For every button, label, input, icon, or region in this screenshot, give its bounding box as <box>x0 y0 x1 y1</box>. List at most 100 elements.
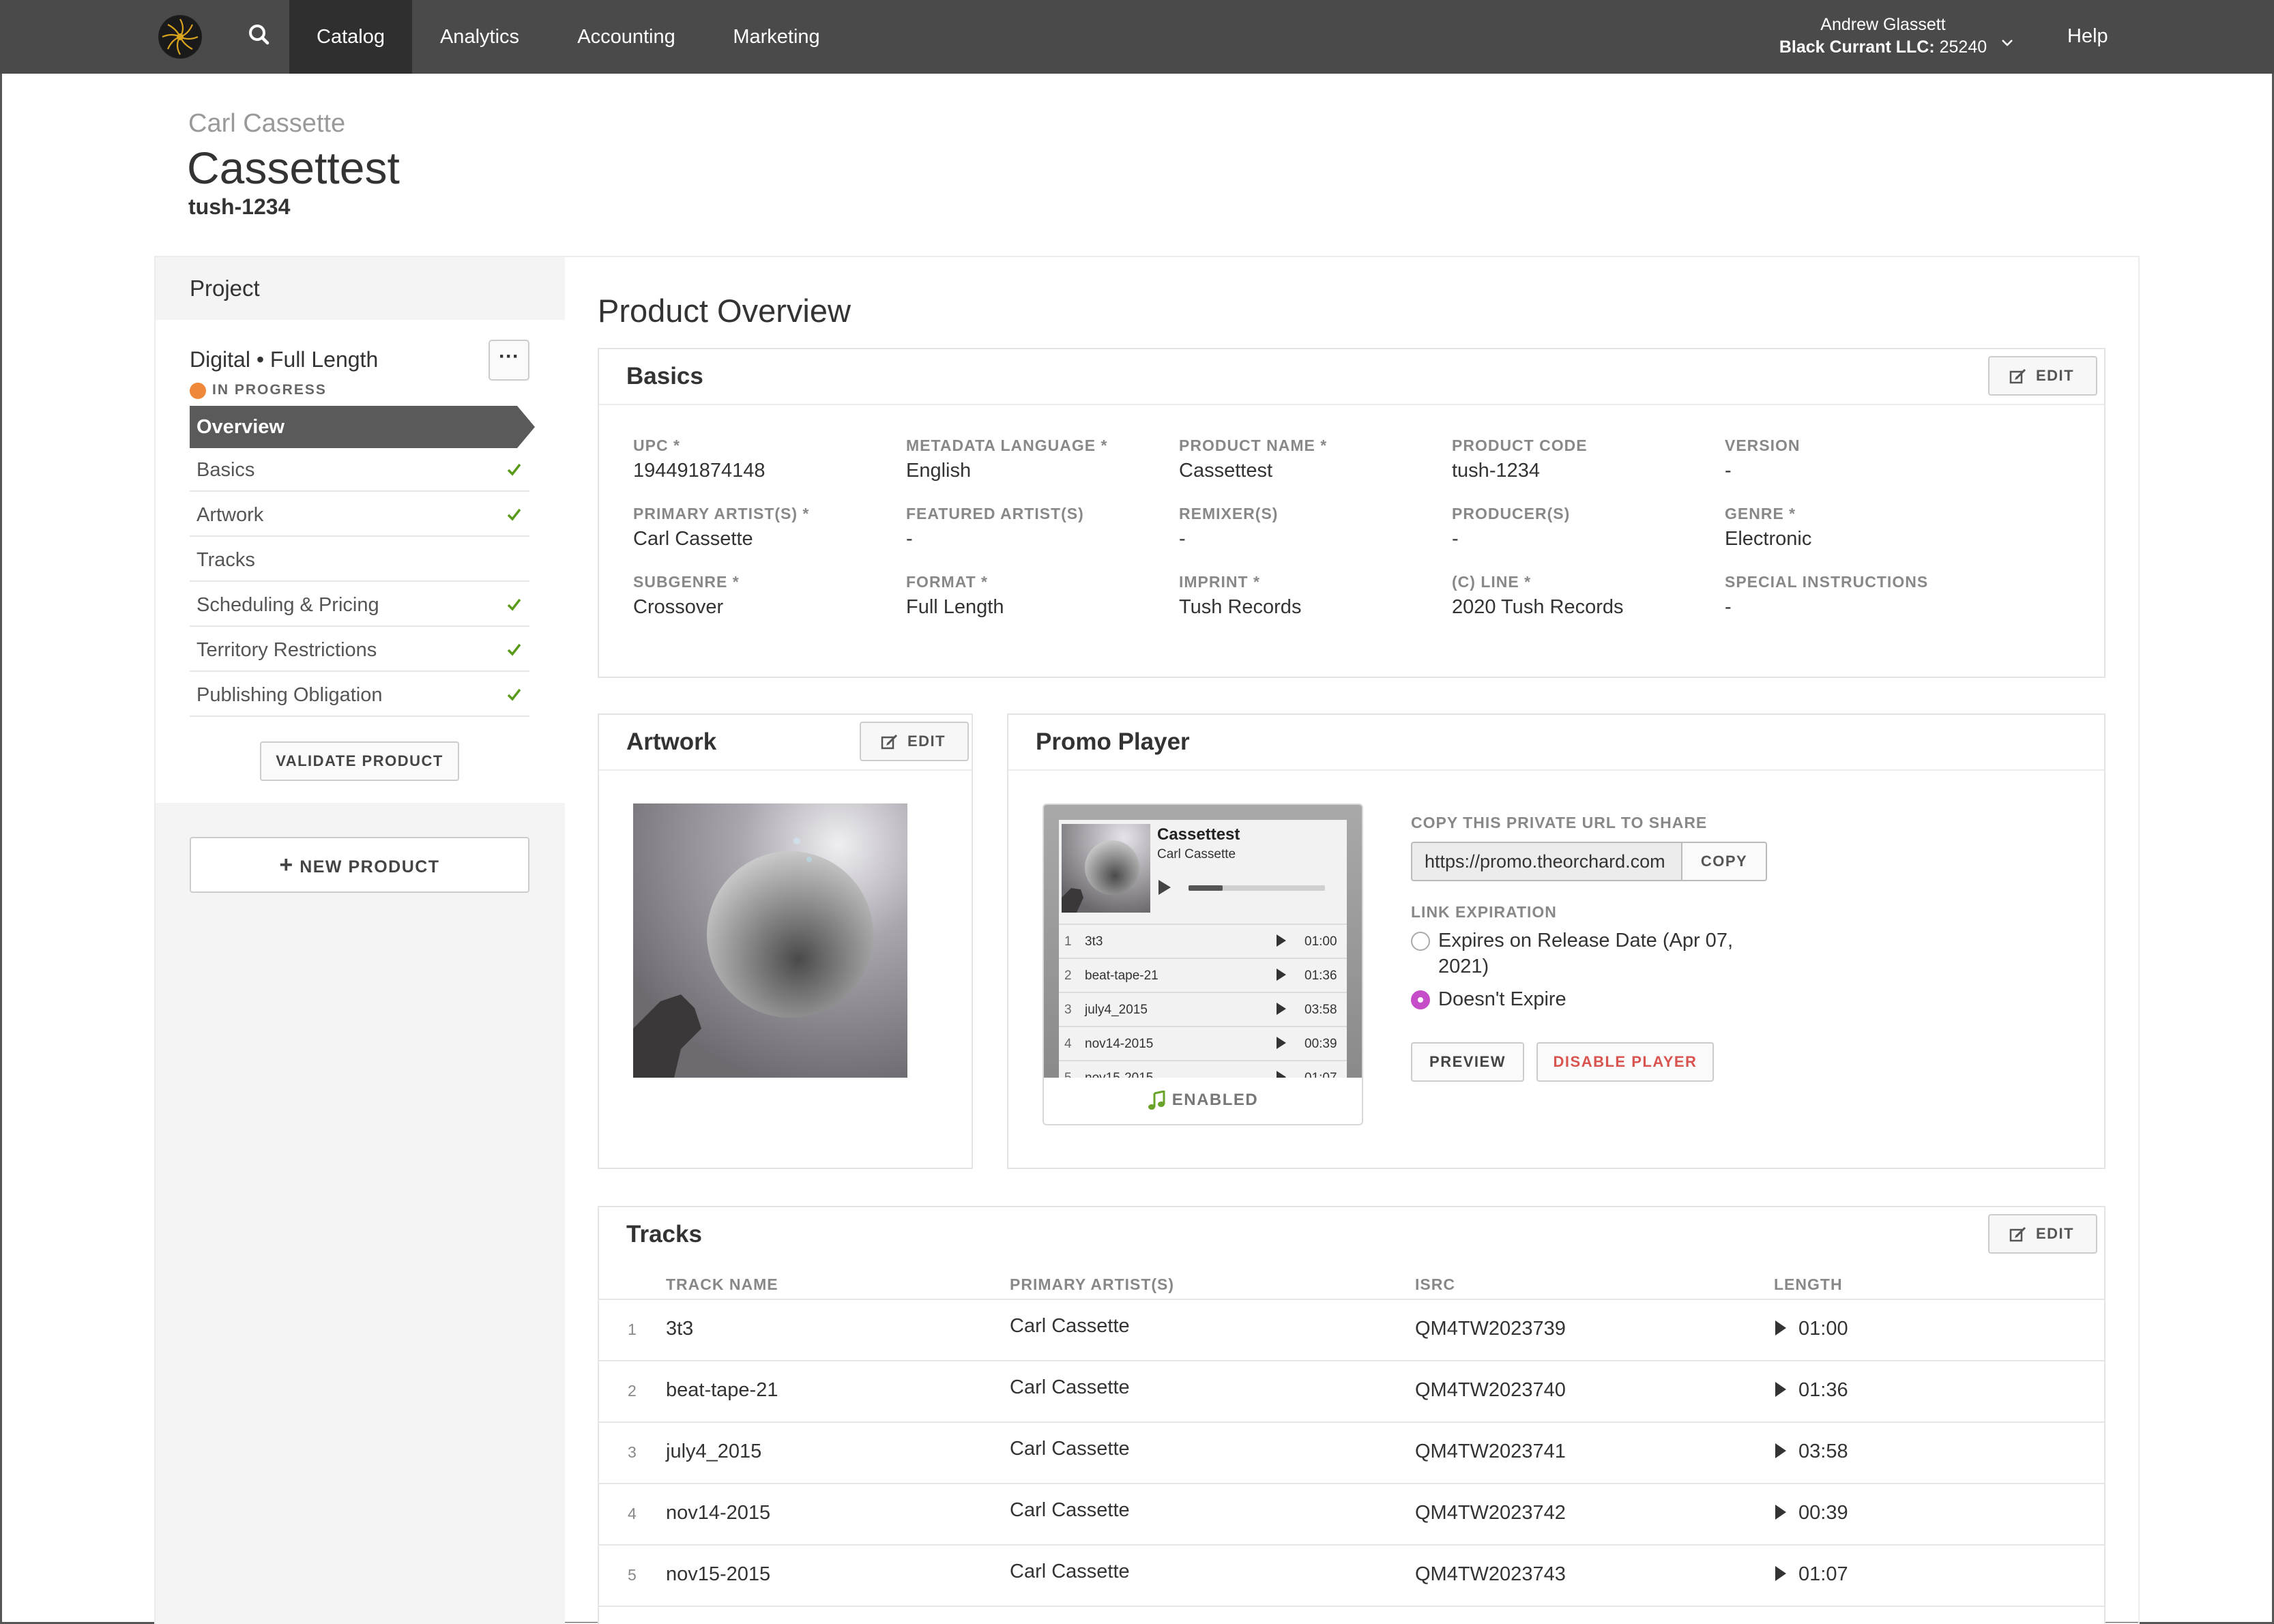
top-nav: Catalog Analytics Accounting Marketing A… <box>0 0 2274 74</box>
radio-doesnt-expire[interactable] <box>1411 990 1430 1009</box>
radio-expires-on-release[interactable] <box>1411 932 1430 951</box>
track-isrc: QM4TW2023742 <box>1415 1502 1566 1524</box>
sidebar-item-overview[interactable]: Overview <box>190 406 535 448</box>
player-track-row[interactable]: 2 beat-tape-21 01:36 <box>1059 958 1347 990</box>
field-label: SPECIAL INSTRUCTIONS <box>1725 573 1929 591</box>
player-frame: Cassettest Carl Cassette 1 3t3 01:00 2 beat-… <box>1044 805 1362 1078</box>
player-artist: Carl Cassette <box>1157 847 1236 861</box>
player-track-row[interactable]: 1 3t3 01:00 <box>1059 924 1347 956</box>
track-duration: 03:58 <box>1304 1003 1337 1017</box>
track-duration: 01:00 <box>1304 934 1337 949</box>
artwork-title: Artwork <box>626 728 717 755</box>
sidebar-item-artwork[interactable]: Artwork <box>190 493 529 537</box>
search-icon[interactable] <box>240 16 278 55</box>
table-row[interactable]: 3 july4_2015 Carl Cassette QM4TW2023741 03:5… <box>599 1423 2104 1484</box>
edit-tracks-button[interactable]: EDIT <box>1988 1214 2097 1254</box>
player-track-row[interactable]: 4 nov14-2015 00:39 <box>1059 1026 1347 1059</box>
track-name: beat-tape-21 <box>666 1379 778 1401</box>
play-icon[interactable] <box>1276 1070 1287 1078</box>
play-icon[interactable] <box>1774 1319 1788 1337</box>
play-icon[interactable] <box>1774 1381 1788 1398</box>
sidebar-item-territory-restrictions[interactable]: Territory Restrictions <box>190 628 529 672</box>
nav-tab-analytics[interactable]: Analytics <box>424 0 535 74</box>
play-icon[interactable] <box>1774 1565 1788 1582</box>
field-label: PRODUCT CODE <box>1452 437 1588 454</box>
column-header-primary-artist: PRIMARY ARTIST(S) <box>1010 1275 1175 1293</box>
field-label: METADATA LANGUAGE * <box>906 437 1108 454</box>
new-product-button[interactable]: + NEW PRODUCT <box>190 837 529 893</box>
track-length: 01:07 <box>1798 1563 1848 1585</box>
nav-tab-catalog[interactable]: Catalog <box>289 0 412 74</box>
track-name: nov14-2015 <box>666 1502 771 1524</box>
sidebar-item-tracks[interactable]: Tracks <box>190 538 529 582</box>
account-menu[interactable]: Andrew Glassett Black Currant LLC: 25240 <box>1774 14 1992 59</box>
disable-player-button[interactable]: DISABLE PLAYER <box>1536 1042 1714 1082</box>
nav-tab-accounting[interactable]: Accounting <box>558 0 695 74</box>
validate-product-button[interactable]: VALIDATE PRODUCT <box>260 741 459 781</box>
edit-basics-button[interactable]: EDIT <box>1988 356 2097 396</box>
sidebar-item-label: Basics <box>196 459 255 481</box>
preview-button[interactable]: PREVIEW <box>1411 1042 1524 1082</box>
status-dot-icon <box>190 383 206 399</box>
play-icon[interactable] <box>1774 1442 1788 1460</box>
chevron-down-icon[interactable] <box>1999 37 2015 49</box>
nav-tab-marketing[interactable]: Marketing <box>716 0 836 74</box>
org-label: Black Currant LLC: 25240 <box>1774 35 1992 59</box>
player-track-row[interactable]: 3 july4_2015 03:58 <box>1059 992 1347 1024</box>
track-name: nov15-2015 <box>1085 1071 1153 1078</box>
tracks-card: Tracks EDIT TRACK NAME PRIMARY ARTIST(S)… <box>598 1206 2105 1624</box>
table-row[interactable]: 1 3t3 Carl Cassette QM4TW2023739 01:00 <box>599 1300 2104 1361</box>
play-icon[interactable] <box>1157 879 1172 896</box>
track-name: july4_2015 <box>1085 1003 1148 1017</box>
link-expiration-label: LINK EXPIRATION <box>1411 903 1557 921</box>
table-row[interactable]: 2 beat-tape-21 Carl Cassette QM4TW2023740 01… <box>599 1361 2104 1423</box>
product-format: Digital • Full Length <box>190 347 379 372</box>
field-value: - <box>1725 596 1732 618</box>
table-row[interactable]: 4 nov14-2015 Carl Cassette QM4TW2023742 00:3… <box>599 1484 2104 1546</box>
edit-label: EDIT <box>907 733 946 750</box>
field-value: Crossover <box>633 596 724 618</box>
sidebar-item-scheduling-pricing[interactable]: Scheduling & Pricing <box>190 583 529 627</box>
field-label: IMPRINT * <box>1179 573 1260 591</box>
play-icon[interactable] <box>1276 968 1287 981</box>
project-card: Digital • Full Length IN PROGRESS ··· Ov… <box>156 320 565 803</box>
more-options-button[interactable]: ··· <box>489 340 529 381</box>
project-sidebar: Project Digital • Full Length IN PROGRES… <box>156 257 565 1624</box>
column-header-isrc: ISRC <box>1415 1275 1455 1293</box>
player-progress-bar[interactable] <box>1189 885 1325 891</box>
radio-expires-on-release-label[interactable]: Expires on Release Date (Apr 07, 2021) <box>1438 928 1752 979</box>
track-number: 3 <box>628 1443 637 1461</box>
play-icon[interactable] <box>1774 1503 1788 1521</box>
play-icon[interactable] <box>1276 934 1287 947</box>
promo-player-widget: Cassettest Carl Cassette 1 3t3 01:00 2 beat-… <box>1043 803 1363 1125</box>
track-name: nov14-2015 <box>1085 1037 1154 1051</box>
sidebar-item-publishing-obligation[interactable]: Publishing Obligation <box>190 673 529 717</box>
help-link[interactable]: Help <box>2067 0 2108 74</box>
table-row[interactable]: 5 nov15-2015 Carl Cassette QM4TW2023743 01:0… <box>599 1546 2104 1607</box>
checkmark-icon <box>507 598 521 611</box>
radio-doesnt-expire-label[interactable]: Doesn't Expire <box>1438 986 1566 1012</box>
track-length: 01:00 <box>1798 1318 1848 1340</box>
copy-url-button[interactable]: COPY <box>1681 842 1767 881</box>
column-header-length: LENGTH <box>1774 1275 1843 1293</box>
sidebar-item-basics[interactable]: Basics <box>190 448 529 492</box>
product-code: tush-1234 <box>188 194 291 219</box>
track-duration: 00:39 <box>1304 1037 1337 1051</box>
play-icon[interactable] <box>1276 1036 1287 1050</box>
play-icon[interactable] <box>1276 1002 1287 1016</box>
artist-name: Carl Cassette <box>188 109 346 138</box>
basics-title: Basics <box>626 363 703 389</box>
player-track-row[interactable]: 5 nov15-2015 01:07 <box>1059 1060 1347 1078</box>
edit-artwork-button[interactable]: EDIT <box>860 722 969 761</box>
track-name: 3t3 <box>666 1318 694 1340</box>
track-isrc: QM4TW2023741 <box>1415 1441 1566 1462</box>
field-value: 194491874148 <box>633 460 766 482</box>
track-artist: Carl Cassette <box>1010 1438 1130 1460</box>
share-url-field[interactable]: https://promo.theorchard.com <box>1411 842 1682 881</box>
promo-player-card: Promo Player Cassettest Carl Cassette 1 … <box>1007 713 2105 1169</box>
sidebar-item-label: Scheduling & Pricing <box>196 594 379 616</box>
field-value: tush-1234 <box>1452 460 1540 482</box>
org-name: Black Currant LLC: <box>1779 38 1935 57</box>
orchard-logo-icon[interactable] <box>158 15 202 59</box>
track-duration: 01:07 <box>1304 1071 1337 1078</box>
